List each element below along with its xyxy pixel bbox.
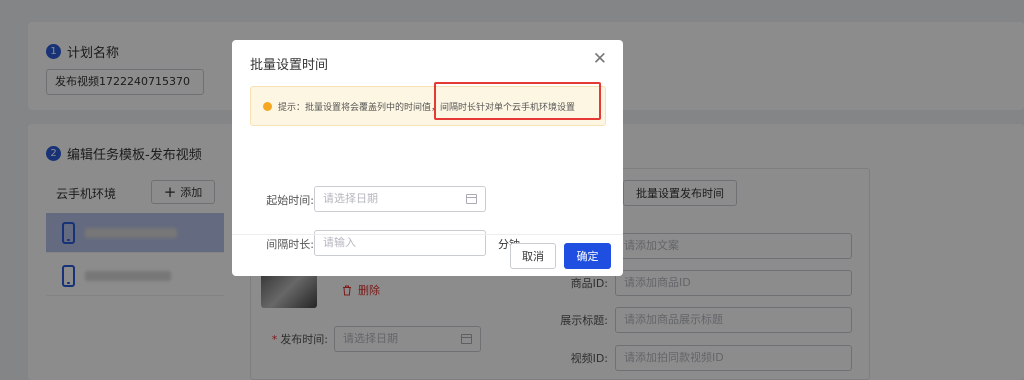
start-time-placeholder: 请选择日期 xyxy=(323,192,378,205)
calendar-icon xyxy=(466,194,477,204)
warning-icon xyxy=(263,101,272,111)
start-time-label: 起始时间: xyxy=(266,194,314,207)
cancel-button[interactable]: 取消 xyxy=(510,243,556,269)
confirm-button[interactable]: 确定 xyxy=(564,243,611,269)
batch-set-time-dialog: 批量设置时间 ✕ 提示：批量设置将会覆盖列中的时间值，间隔时长针对单个云手机环境… xyxy=(232,40,623,276)
dialog-footer-divider xyxy=(232,234,623,235)
annotation-highlight-box xyxy=(434,82,601,120)
close-icon[interactable]: ✕ xyxy=(593,51,607,68)
dialog-title: 批量设置时间 xyxy=(250,58,329,73)
interval-label: 间隔时长: xyxy=(266,238,314,251)
start-time-date-picker[interactable]: 请选择日期 xyxy=(314,186,486,212)
